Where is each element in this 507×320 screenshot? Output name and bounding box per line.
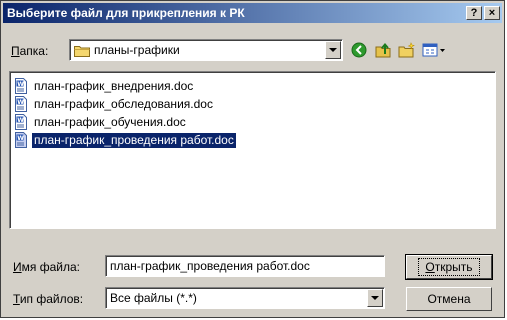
view-menu-icon: [422, 43, 445, 57]
svg-text:W: W: [17, 81, 24, 88]
filename-label: Имя файла:: [13, 260, 80, 274]
help-button[interactable]: ?: [466, 6, 482, 20]
file-item[interactable]: W план-график_обследования.doc: [13, 95, 493, 113]
svg-text:W: W: [17, 99, 24, 106]
filename-value: план-график_проведения работ.doc: [110, 259, 310, 273]
view-menu-button[interactable]: [421, 40, 447, 60]
word-document-icon: W: [15, 114, 27, 130]
word-document-icon: W: [15, 96, 27, 112]
filetype-select[interactable]: Все файлы (*.*): [105, 287, 385, 309]
file-name: план-график_обучения.doc: [34, 114, 186, 129]
new-folder-button[interactable]: [397, 40, 417, 60]
svg-text:W: W: [17, 135, 24, 142]
file-item-selected[interactable]: W план-график_проведения работ.doc: [13, 131, 493, 149]
filetype-value: Все файлы (*.*): [110, 291, 197, 305]
folder-dropdown-button[interactable]: [325, 41, 341, 59]
close-button[interactable]: ×: [484, 6, 500, 20]
folder-combo[interactable]: планы-графики: [69, 39, 343, 61]
folder-label: Папка:: [11, 44, 49, 58]
filename-input[interactable]: план-график_проведения работ.doc: [105, 255, 385, 277]
svg-text:W: W: [17, 117, 24, 124]
folder-icon: [74, 45, 90, 57]
cancel-button[interactable]: Отмена: [406, 287, 492, 311]
up-folder-icon: [375, 42, 391, 58]
filetype-label: Тип файлов:: [13, 292, 84, 306]
chevron-down-icon: [329, 48, 337, 52]
back-button[interactable]: [349, 40, 369, 60]
file-item[interactable]: W план-график_внедрения.doc: [13, 77, 493, 95]
open-button[interactable]: Открыть: [405, 254, 493, 280]
file-item[interactable]: W план-график_обучения.doc: [13, 113, 493, 131]
file-name: план-график_обследования.doc: [34, 96, 213, 111]
filetype-dropdown-button[interactable]: [367, 289, 383, 307]
file-open-dialog: Выберите файл для прикрепления к РК ? × …: [0, 0, 505, 318]
up-folder-button[interactable]: [373, 40, 393, 60]
chevron-down-icon: [371, 296, 379, 300]
back-icon: [351, 42, 367, 58]
title-bar[interactable]: Выберите файл для прикрепления к РК ? ×: [3, 3, 502, 23]
folder-value: планы-графики: [94, 43, 180, 57]
new-folder-icon: [398, 42, 415, 58]
window-title: Выберите файл для прикрепления к РК: [7, 6, 245, 20]
file-name: план-график_проведения работ.doc: [31, 131, 237, 149]
word-document-icon: W: [15, 78, 27, 94]
file-list[interactable]: W план-график_внедрения.doc W план-графи…: [9, 71, 496, 229]
word-document-icon: W: [15, 132, 27, 148]
file-name: план-график_внедрения.doc: [34, 78, 194, 93]
